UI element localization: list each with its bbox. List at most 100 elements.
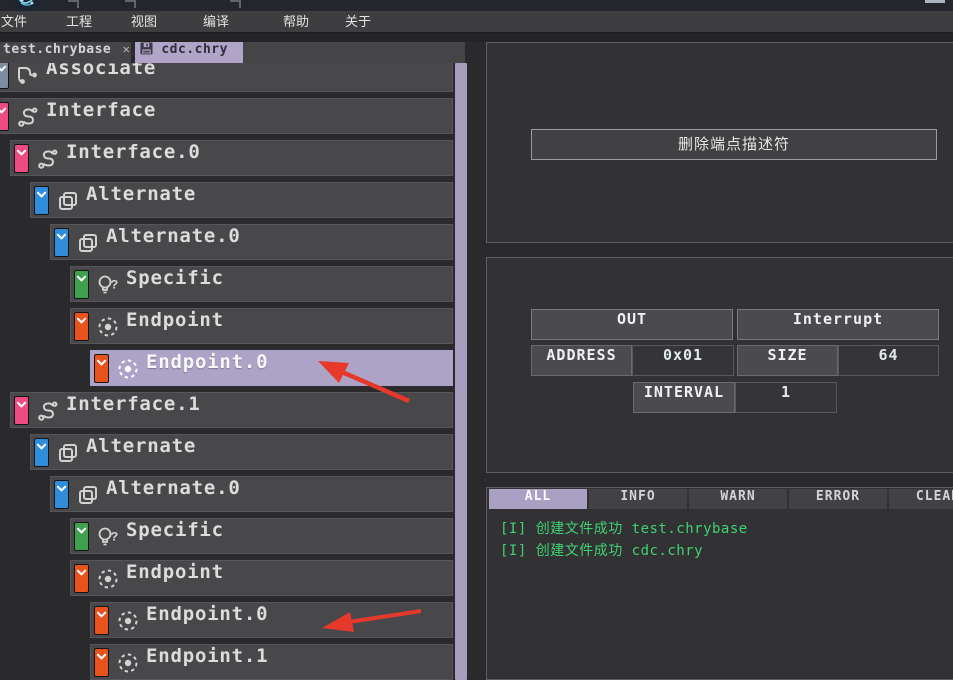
tree-row-label: Endpoint.0 bbox=[146, 603, 268, 625]
tree-row-label: Endpoint bbox=[126, 561, 224, 583]
tree-row-bar[interactable]: Endpoint.1 bbox=[90, 644, 453, 680]
tree-row-endpoint-0[interactable]: Endpoint.0 bbox=[0, 602, 467, 638]
tab-cdc-chry[interactable]: cdc.chry ✕ bbox=[135, 42, 243, 63]
tree-row-bar[interactable]: Alternate bbox=[30, 434, 453, 470]
address-label: ADDRESS bbox=[531, 345, 632, 376]
tree-row-bar[interactable]: Alternate bbox=[30, 182, 453, 218]
chevron-down-toggle[interactable] bbox=[94, 354, 109, 383]
alternate-icon bbox=[56, 189, 80, 213]
size-value-field[interactable]: 64 bbox=[838, 345, 939, 376]
endpoint-properties-panel: OUT Interrupt ADDRESS 0x01 SIZE 64 INTER… bbox=[486, 257, 953, 473]
associate-icon bbox=[16, 63, 40, 87]
tree-row-bar[interactable]: Endpoint.0 bbox=[90, 602, 453, 638]
tab-label: test.chrybase bbox=[3, 42, 111, 57]
tree-row-endpoint-0[interactable]: Endpoint.0 bbox=[0, 350, 467, 386]
tree-row-bar[interactable]: Endpoint bbox=[70, 308, 453, 344]
tree-row-bar[interactable]: ?Specific bbox=[70, 266, 453, 302]
chevron-down-toggle[interactable] bbox=[34, 438, 49, 467]
log-tab-all[interactable]: ALL bbox=[489, 489, 587, 509]
menu-item-2[interactable]: 工程 bbox=[66, 11, 92, 32]
tree-row-bar[interactable]: Interface.1 bbox=[10, 392, 453, 428]
tree-row-bar[interactable]: Interface.0 bbox=[10, 140, 453, 176]
tree-row-bar[interactable]: Endpoint bbox=[70, 560, 453, 596]
chevron-down-toggle[interactable] bbox=[54, 228, 69, 257]
interface-icon bbox=[36, 399, 60, 423]
menu-item-1[interactable]: 文件 bbox=[1, 11, 27, 32]
chevron-down-toggle[interactable] bbox=[94, 648, 109, 677]
tree-row-endpoint[interactable]: Endpoint bbox=[0, 308, 467, 344]
tree-row-bar[interactable]: ?Specific bbox=[70, 518, 453, 554]
alternate-icon bbox=[76, 231, 100, 255]
chevron-down-toggle[interactable] bbox=[74, 270, 89, 299]
chevron-down-toggle[interactable] bbox=[94, 606, 109, 635]
tree-row-label: Interface bbox=[46, 99, 156, 121]
interval-value-field[interactable]: 1 bbox=[735, 382, 837, 413]
descriptor-tree: Associate Interface Interface.0 Alternate Al… bbox=[0, 63, 467, 680]
tree-row-specific[interactable]: ?Specific bbox=[0, 518, 467, 554]
direction-select[interactable]: OUT bbox=[531, 309, 733, 340]
tree-row-label: Alternate bbox=[86, 183, 196, 205]
tree-row-alternate[interactable]: Alternate bbox=[0, 434, 467, 470]
interval-label: INTERVAL bbox=[633, 382, 735, 413]
interface-icon bbox=[36, 147, 60, 171]
tab-test-chrybase[interactable]: test.chrybase ✕ bbox=[0, 42, 131, 63]
log-tab-clear[interactable]: CLEAR bbox=[889, 489, 953, 509]
titlebar-widget-fragment bbox=[68, 0, 79, 8]
log-tab-info[interactable]: INFO bbox=[589, 489, 687, 509]
alternate-icon bbox=[56, 441, 80, 465]
transfer-type-select[interactable]: Interrupt bbox=[737, 309, 939, 340]
endpoint-icon bbox=[116, 357, 140, 381]
tree-row-bar[interactable]: Associate bbox=[0, 63, 453, 92]
tree-row-label: Specific bbox=[126, 267, 224, 289]
log-panel: ALLINFOWARNERRORCLEAR [I] 创建文件成功 test.chr… bbox=[486, 487, 953, 680]
tree-row-endpoint-1[interactable]: Endpoint.1 bbox=[0, 644, 467, 680]
interface-icon bbox=[16, 105, 40, 129]
tree-row-interface[interactable]: Interface bbox=[0, 98, 467, 134]
tree-row-interface-1[interactable]: Interface.1 bbox=[0, 392, 467, 428]
close-icon[interactable]: ✕ bbox=[123, 42, 131, 56]
chevron-down-toggle[interactable] bbox=[74, 312, 89, 341]
menu-item-5[interactable]: 帮助 bbox=[283, 11, 309, 32]
chevron-down-toggle[interactable] bbox=[34, 186, 49, 215]
address-value-field[interactable]: 0x01 bbox=[632, 345, 734, 376]
tree-row-alternate-0[interactable]: Alternate.0 bbox=[0, 224, 467, 260]
endpoint-icon bbox=[96, 567, 120, 591]
chevron-down-toggle[interactable] bbox=[74, 564, 89, 593]
tree-row-bar[interactable]: Endpoint.0 bbox=[90, 350, 453, 386]
chevron-down-toggle[interactable] bbox=[0, 63, 9, 89]
chevron-down-toggle[interactable] bbox=[0, 102, 9, 131]
tree-row-specific[interactable]: ?Specific bbox=[0, 266, 467, 302]
tab-label: cdc.chry bbox=[161, 42, 228, 57]
menu-item-3[interactable]: 视图 bbox=[131, 11, 157, 32]
log-tab-error[interactable]: ERROR bbox=[789, 489, 887, 509]
tree-scrollbar[interactable] bbox=[455, 63, 467, 680]
tree-row-bar[interactable]: Alternate.0 bbox=[50, 224, 453, 260]
size-label: SIZE bbox=[737, 345, 838, 376]
log-entry: [I] 创建文件成功 test.chrybase bbox=[500, 518, 748, 538]
chevron-down-toggle[interactable] bbox=[14, 144, 29, 173]
menu-item-6[interactable]: 关于 bbox=[345, 11, 371, 32]
chevron-down-toggle[interactable] bbox=[14, 396, 29, 425]
tree-row-interface-0[interactable]: Interface.0 bbox=[0, 140, 467, 176]
tree-row-label: Interface.0 bbox=[66, 141, 201, 163]
chevron-down-toggle[interactable] bbox=[74, 522, 89, 551]
menu-item-4[interactable]: 编译 bbox=[203, 11, 229, 32]
tree-row-bar[interactable]: Interface bbox=[0, 98, 453, 134]
tree-row-endpoint[interactable]: Endpoint bbox=[0, 560, 467, 596]
tree-row-alternate-0[interactable]: Alternate.0 bbox=[0, 476, 467, 512]
delete-endpoint-descriptor-button[interactable]: 删除端点描述符 bbox=[531, 129, 937, 160]
tree-row-alternate[interactable]: Alternate bbox=[0, 182, 467, 218]
title-bar bbox=[0, 0, 953, 11]
tree-row-associate[interactable]: Associate bbox=[0, 63, 467, 92]
file-tab-bar: test.chrybase ✕ cdc.chry ✕ bbox=[0, 42, 465, 63]
save-icon bbox=[140, 42, 153, 59]
tree-row-bar[interactable]: Alternate.0 bbox=[50, 476, 453, 512]
menu-bar: 文件 工程 视图 编译 帮助 关于 bbox=[0, 11, 953, 33]
detail-panel: 删除端点描述符 bbox=[486, 42, 953, 243]
chevron-down-toggle[interactable] bbox=[54, 480, 69, 509]
tree-row-label: Endpoint bbox=[126, 309, 224, 331]
log-entry: [I] 创建文件成功 cdc.chry bbox=[500, 540, 703, 560]
tree-row-label: Alternate bbox=[86, 435, 196, 457]
log-tab-warn[interactable]: WARN bbox=[689, 489, 787, 509]
endpoint-icon bbox=[116, 651, 140, 675]
